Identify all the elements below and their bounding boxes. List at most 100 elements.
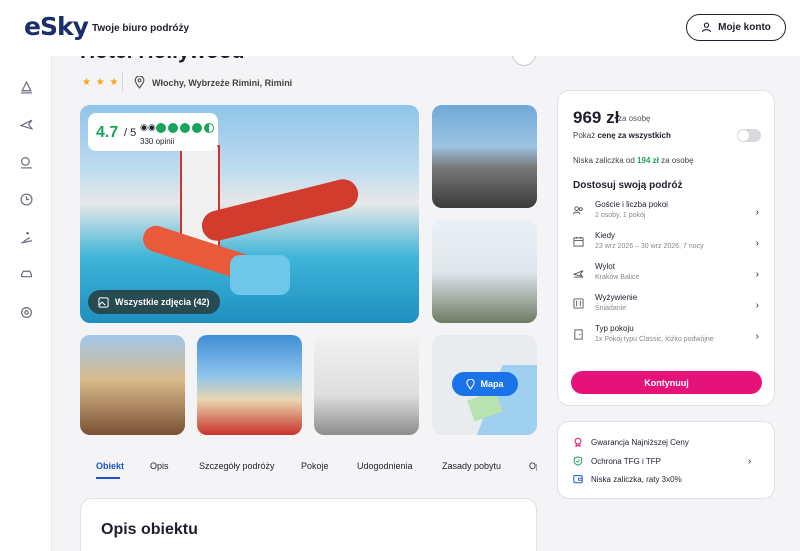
tab-obiekt[interactable]: Obiekt	[96, 461, 124, 471]
option-guests[interactable]: Goście i liczba pokoi 2 osoby, 1 pokój ›	[573, 199, 763, 227]
guarantee-label: Niska zaliczka, raty 3x0%	[591, 474, 682, 484]
rating-badge[interactable]: 4.7 / 5 ◉◉ 330 opinii	[88, 113, 218, 151]
waterslide	[198, 176, 362, 244]
option-meal[interactable]: Wyżywienie Śniadanie ›	[573, 292, 763, 320]
guarantee-label: Gwarancja Najniższej Ceny	[591, 437, 689, 447]
rating-dot-half	[204, 123, 214, 133]
hotel-photo-thumbnail[interactable]	[314, 335, 419, 435]
guests-icon	[573, 206, 583, 215]
tour-icon[interactable]	[20, 156, 33, 169]
guarantee-label: Ochrona TFG i TFP	[591, 456, 661, 466]
chevron-right-icon: ›	[748, 456, 752, 467]
rating-max: / 5	[124, 127, 137, 139]
description-card: Opis obiektu	[80, 498, 537, 551]
main-hotel-photo[interactable]: 4.7 / 5 ◉◉ 330 opinii Wszystkie zdjęcia …	[80, 105, 419, 323]
option-title: Wylot	[595, 262, 615, 271]
option-value: Śniadanie	[595, 305, 627, 312]
hotel-photo-thumbnail[interactable]	[80, 335, 185, 435]
price-for-all-toggle[interactable]	[737, 129, 761, 142]
logo-tagline: Twoje biuro podróży	[92, 23, 190, 34]
guarantee-item: Gwarancja Najniższej Ceny	[573, 437, 689, 447]
badge-icon	[574, 437, 582, 447]
plane-icon[interactable]	[20, 118, 33, 131]
guarantee-item: Ochrona TFG i TFP	[573, 456, 661, 466]
option-title: Kiedy	[595, 231, 616, 240]
chevron-right-icon: ›	[755, 269, 759, 280]
continue-button[interactable]: Kontynuuj	[571, 371, 762, 394]
chevron-right-icon: ›	[755, 300, 759, 311]
tab-opinie[interactable]: Op	[529, 461, 537, 471]
rating-dot	[156, 123, 166, 133]
option-value: 1x Pokój typu Classic, łóżko podwójne	[595, 336, 714, 343]
tab-szczegoly[interactable]: Szczegóły podróży	[199, 461, 275, 471]
esky-logo[interactable]: eSky	[24, 12, 89, 41]
customize-title: Dostosuj swoją podróż	[573, 180, 683, 191]
all-photos-button[interactable]: Wszystkie zdjęcia (42)	[88, 290, 220, 314]
rating-dot	[180, 123, 190, 133]
my-account-button[interactable]: Moje konto	[686, 14, 786, 41]
option-departure[interactable]: Wylot Kraków Balice ›	[573, 261, 763, 289]
gallery-icon	[98, 296, 109, 308]
beach-icon[interactable]	[20, 81, 33, 94]
meal-icon	[573, 298, 584, 309]
hotel-stars: ★ ★ ★	[82, 77, 120, 88]
option-value: 23 wrz 2026 – 30 wrz 2026, 7 nocy	[595, 243, 704, 250]
option-dates[interactable]: Kiedy 23 wrz 2026 – 30 wrz 2026, 7 nocy …	[573, 230, 763, 258]
rating-dot	[168, 123, 178, 133]
toggle-knob	[738, 130, 749, 141]
tab-opis[interactable]: Opis	[150, 461, 169, 471]
price-toggle-label: Pokaż cenę za wszystkich	[573, 131, 671, 140]
booking-card: 969 zł za osobę Pokaż cenę za wszystkich…	[557, 90, 775, 406]
option-value: 2 osoby, 1 pokój	[595, 212, 646, 219]
reviews-count: 330 opinii	[140, 137, 175, 146]
location-pin-icon	[134, 76, 145, 89]
room-icon	[574, 329, 583, 340]
ski-icon[interactable]	[20, 231, 33, 244]
car-icon[interactable]	[20, 268, 33, 281]
active-tab-indicator	[96, 477, 120, 479]
calendar-icon	[573, 236, 584, 247]
chevron-right-icon: ›	[755, 207, 759, 218]
price: 969 zł	[573, 108, 620, 127]
divider	[122, 72, 123, 92]
hotel-photo-thumbnail[interactable]	[197, 335, 302, 435]
departure-icon	[573, 270, 584, 278]
rating-dot	[192, 123, 202, 133]
chevron-right-icon: ›	[755, 238, 759, 249]
option-title: Typ pokoju	[595, 324, 634, 333]
hotel-photo-thumbnail[interactable]	[432, 220, 537, 323]
option-title: Wyżywienie	[595, 293, 638, 302]
location-pin-icon	[466, 378, 476, 390]
shield-icon	[573, 456, 583, 466]
tab-pokoje[interactable]: Pokoje	[301, 461, 329, 471]
price-note: za osobę	[618, 114, 651, 123]
description-title: Opis obiektu	[101, 521, 198, 538]
hotel-location[interactable]: Włochy, Wybrzeże Rimini, Rimini	[152, 78, 292, 88]
option-room[interactable]: Typ pokoju 1x Pokój typu Classic, łóżko …	[573, 323, 763, 351]
map-thumbnail[interactable]: Mapa	[432, 335, 537, 435]
guarantees-card[interactable]: Gwarancja Najniższej Ceny Ochrona TFG i …	[557, 421, 775, 499]
chevron-right-icon: ›	[755, 331, 759, 342]
tab-udogodnienia[interactable]: Udogodnienia	[357, 461, 413, 471]
tab-zasady[interactable]: Zasady pobytu	[442, 461, 501, 471]
all-photos-label: Wszystkie zdjęcia (42)	[115, 297, 210, 307]
top-bar: eSky Twoje biuro podróży Moje konto	[0, 0, 800, 56]
section-tabs: Obiekt Opis Szczegóły podróży Pokoje Udo…	[80, 457, 537, 483]
map-label: Mapa	[480, 379, 504, 389]
left-nav-rail	[0, 56, 52, 551]
option-value: Kraków Balice	[595, 274, 640, 281]
rating-dots	[156, 123, 214, 133]
clock-icon[interactable]	[20, 193, 33, 206]
rating-score: 4.7	[96, 124, 119, 141]
settings-icon[interactable]	[20, 306, 33, 319]
deposit-info: Niska zaliczka od 194 zł za osobę	[573, 156, 694, 165]
option-title: Goście i liczba pokoi	[595, 200, 668, 209]
hotel-photo-thumbnail[interactable]	[432, 105, 537, 208]
wallet-icon	[573, 475, 583, 484]
waterslide	[230, 255, 290, 295]
my-account-label: Moje konto	[718, 22, 771, 33]
user-icon	[701, 22, 712, 33]
tripadvisor-icon: ◉◉	[140, 122, 156, 132]
guarantee-item: Niska zaliczka, raty 3x0%	[573, 474, 682, 484]
map-button[interactable]: Mapa	[452, 372, 518, 396]
